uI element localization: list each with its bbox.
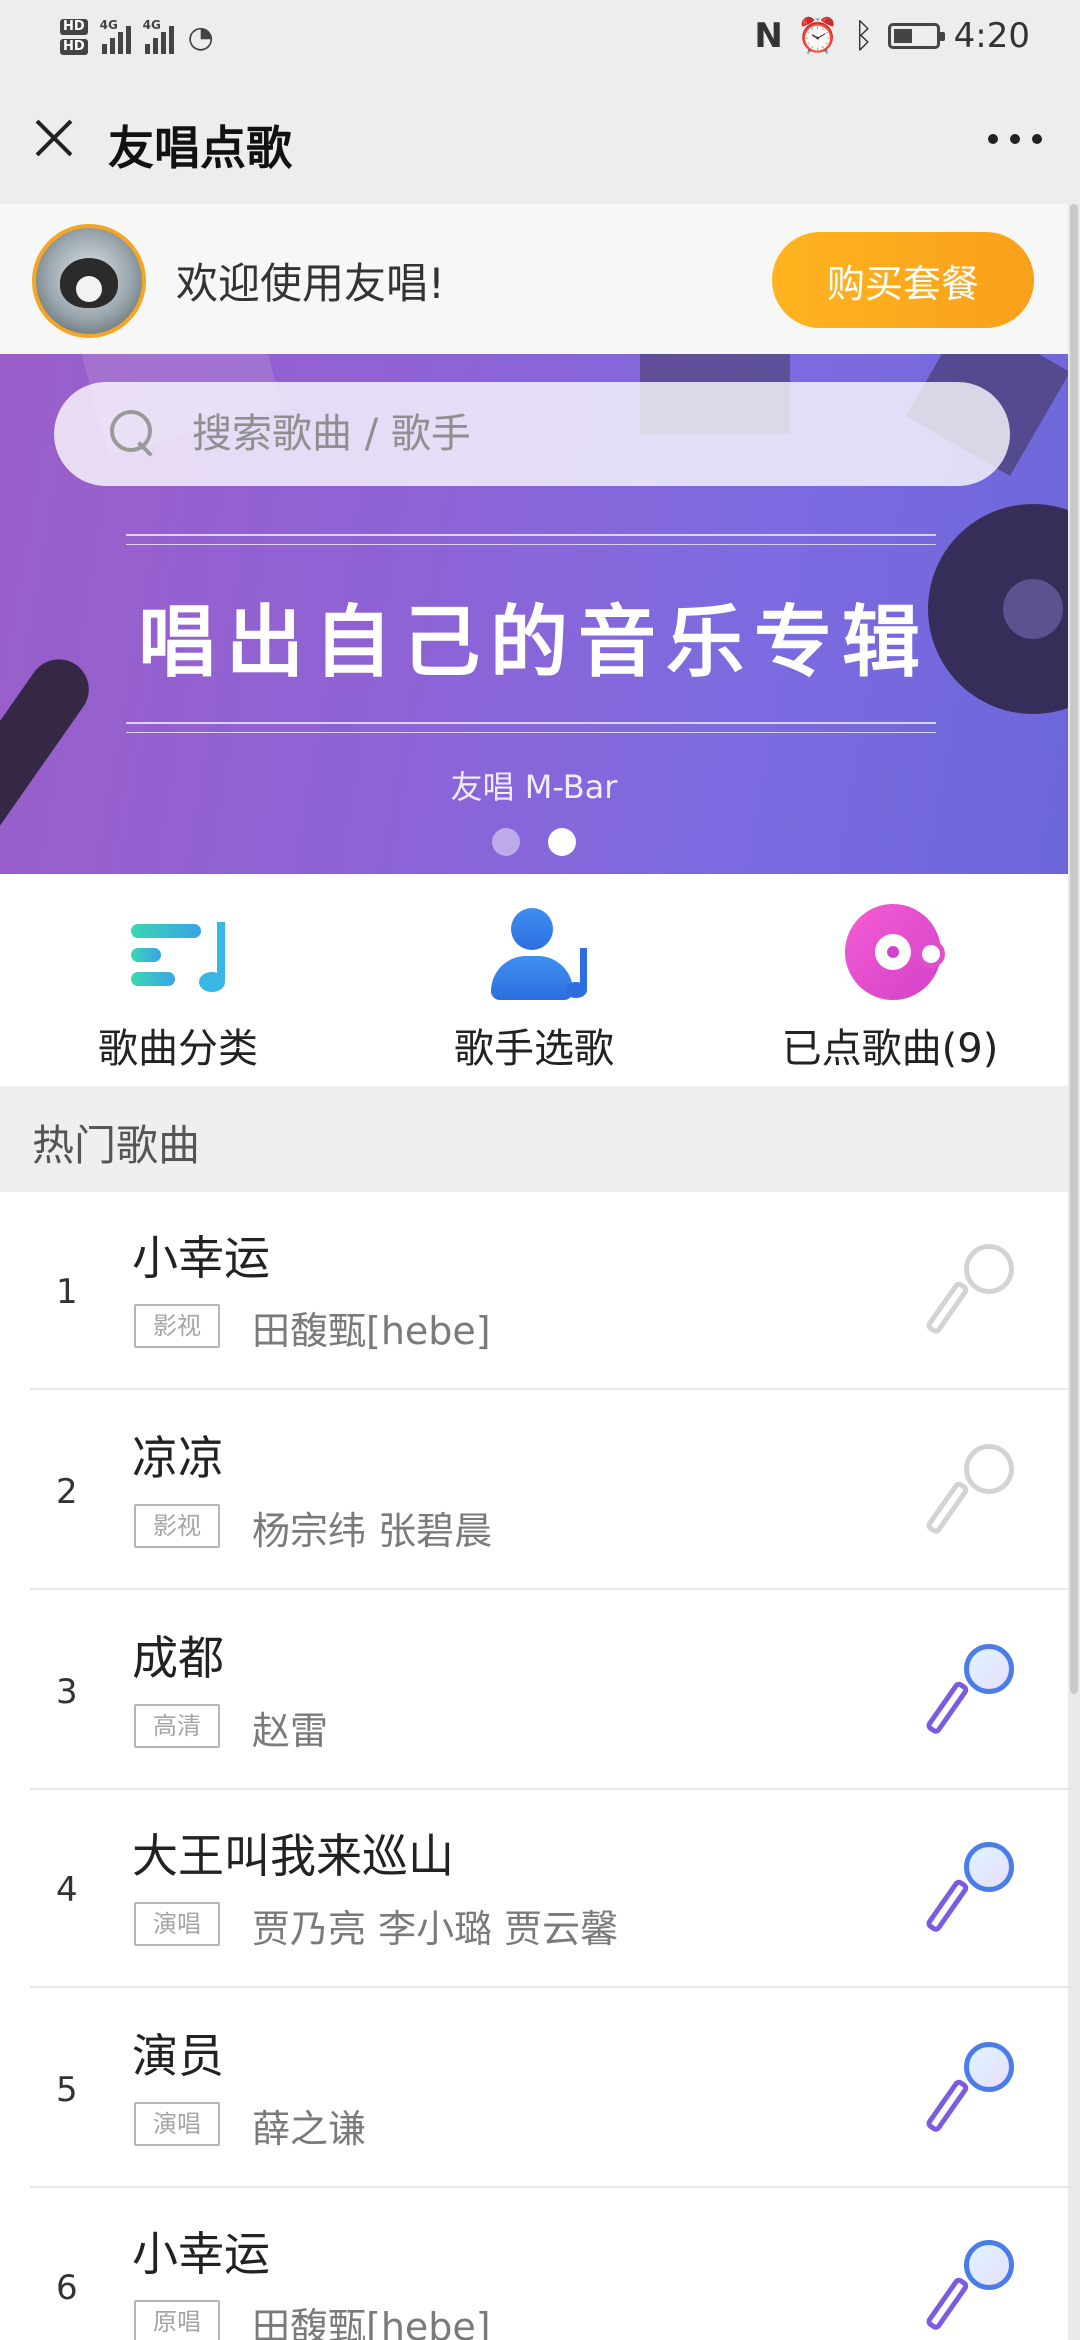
song-tag: 演唱 bbox=[134, 2102, 220, 2146]
song-artist: 薛之谦 bbox=[252, 2107, 367, 2151]
welcome-text: 欢迎使用友唱! bbox=[176, 259, 445, 308]
mic-icon[interactable] bbox=[924, 1444, 1022, 1540]
status-right: N ⏰ ᛒ 4:20 bbox=[754, 14, 1030, 58]
buy-package-button[interactable]: 购买套餐 bbox=[772, 232, 1034, 328]
bluetooth-icon: ᛒ bbox=[853, 16, 874, 56]
song-row[interactable]: 1 小幸运 影视 田馥甄[hebe] bbox=[0, 1192, 1068, 1390]
network-type-2: 4G bbox=[142, 18, 161, 32]
mic-icon[interactable] bbox=[924, 2240, 1022, 2336]
category-song-types[interactable]: 歌曲分类 bbox=[28, 904, 328, 1074]
more-icon[interactable] bbox=[978, 124, 1052, 154]
song-rank: 6 bbox=[56, 2268, 78, 2308]
signal-icon-1: 4G bbox=[99, 18, 131, 54]
section-title: 热门歌曲 bbox=[32, 1121, 201, 1170]
song-row[interactable]: 3 成都 高清 赵雷 bbox=[0, 1592, 1068, 1790]
category-label: 歌手选歌 bbox=[454, 1026, 614, 1072]
song-row[interactable]: 4 大王叫我来巡山 演唱 贾乃亮 李小璐 贾云馨 bbox=[0, 1790, 1068, 1988]
nfc-icon: N bbox=[754, 16, 783, 56]
record-mic-icon bbox=[835, 904, 945, 1004]
hd-badge-1: HD bbox=[60, 19, 88, 35]
song-tag: 高清 bbox=[134, 1704, 220, 1748]
welcome-bar: 欢迎使用友唱! 购买套餐 bbox=[0, 204, 1068, 354]
status-time: 4:20 bbox=[953, 16, 1030, 56]
category-ordered-songs[interactable]: 已点歌曲(9) bbox=[740, 904, 1040, 1074]
network-type-1: 4G bbox=[99, 18, 118, 32]
search-icon bbox=[110, 410, 156, 456]
banner-title: 唱出自己的音乐专辑 bbox=[137, 597, 930, 688]
title-bar: 友唱点歌 bbox=[0, 72, 1080, 204]
battery-icon bbox=[887, 23, 945, 49]
category-label: 已点歌曲(9) bbox=[781, 1026, 999, 1072]
song-tag: 演唱 bbox=[134, 1902, 220, 1946]
song-artist: 杨宗纬 张碧晨 bbox=[252, 1509, 493, 1553]
banner-divider bbox=[126, 732, 936, 733]
song-rank: 4 bbox=[56, 1870, 78, 1910]
song-row[interactable]: 6 小幸运 原唱 田馥甄[hebe] bbox=[0, 2188, 1068, 2340]
song-rank: 2 bbox=[56, 1472, 78, 1512]
mic-icon[interactable] bbox=[924, 2042, 1022, 2138]
scrollbar-thumb[interactable] bbox=[1070, 204, 1078, 1694]
song-tag: 影视 bbox=[134, 1504, 220, 1548]
song-rank: 5 bbox=[56, 2070, 78, 2110]
music-list-icon bbox=[123, 904, 233, 1004]
row-divider bbox=[30, 1588, 1068, 1590]
song-title: 凉凉 bbox=[132, 1431, 224, 1485]
hd-badges: HD HD bbox=[60, 19, 88, 55]
singer-icon bbox=[479, 904, 589, 1004]
song-artist: 田馥甄[hebe] bbox=[252, 1309, 491, 1353]
row-divider bbox=[30, 1388, 1068, 1390]
page-title: 友唱点歌 bbox=[108, 121, 292, 175]
song-title: 大王叫我来巡山 bbox=[132, 1829, 454, 1883]
song-title: 演员 bbox=[132, 2029, 224, 2083]
banner-divider bbox=[126, 722, 936, 724]
song-tag: 影视 bbox=[134, 1304, 220, 1348]
banner-carousel[interactable]: 唱出自己的音乐专辑 友唱 M-Bar bbox=[0, 354, 1068, 874]
song-artist: 田馥甄[hebe] bbox=[252, 2305, 491, 2340]
song-title: 成都 bbox=[132, 1631, 224, 1685]
song-title: 小幸运 bbox=[132, 2227, 270, 2281]
carousel-dots bbox=[0, 828, 1068, 856]
alarm-icon: ⏰ bbox=[796, 16, 840, 56]
scrollbar[interactable] bbox=[1068, 204, 1080, 2340]
carousel-dot-2[interactable] bbox=[548, 828, 576, 856]
song-title: 小幸运 bbox=[132, 1231, 270, 1285]
banner-divider bbox=[126, 534, 936, 536]
song-row[interactable]: 2 凉凉 影视 杨宗纬 张碧晨 bbox=[0, 1392, 1068, 1590]
category-label: 歌曲分类 bbox=[98, 1026, 258, 1072]
section-header: 热门歌曲 bbox=[0, 1086, 1068, 1192]
signal-icon-2: 4G bbox=[142, 18, 174, 54]
carousel-dot-1[interactable] bbox=[492, 828, 520, 856]
search-bar[interactable] bbox=[54, 382, 1010, 486]
status-left: HD HD 4G 4G ◔ bbox=[60, 10, 214, 64]
song-rank: 1 bbox=[56, 1272, 78, 1312]
banner-divider bbox=[126, 544, 936, 545]
category-singers[interactable]: 歌手选歌 bbox=[384, 904, 684, 1074]
row-divider bbox=[30, 1986, 1068, 1988]
close-icon[interactable] bbox=[24, 108, 84, 168]
search-input[interactable] bbox=[190, 382, 970, 486]
avatar[interactable] bbox=[32, 224, 146, 338]
wifi-icon: ◔ bbox=[187, 19, 214, 55]
song-artist: 赵雷 bbox=[252, 1709, 329, 1753]
song-rank: 3 bbox=[56, 1672, 78, 1712]
hd-badge-2: HD bbox=[60, 39, 88, 55]
mic-icon[interactable] bbox=[924, 1644, 1022, 1740]
mic-icon[interactable] bbox=[924, 1842, 1022, 1938]
category-nav: 歌曲分类 歌手选歌 已点歌曲(9) bbox=[0, 874, 1068, 1086]
banner-subtitle: 友唱 M-Bar bbox=[450, 768, 618, 806]
song-artist: 贾乃亮 李小璐 贾云馨 bbox=[252, 1907, 619, 1951]
song-list: 1 小幸运 影视 田馥甄[hebe] 2 凉凉 影视 杨宗纬 张碧晨 3 成都 … bbox=[0, 1192, 1068, 2340]
song-tag: 原唱 bbox=[134, 2300, 220, 2340]
status-bar: HD HD 4G 4G ◔ N ⏰ ᛒ 4:20 bbox=[0, 0, 1080, 72]
song-row[interactable]: 5 演员 演唱 薛之谦 bbox=[0, 1990, 1068, 2188]
mic-icon[interactable] bbox=[924, 1244, 1022, 1340]
